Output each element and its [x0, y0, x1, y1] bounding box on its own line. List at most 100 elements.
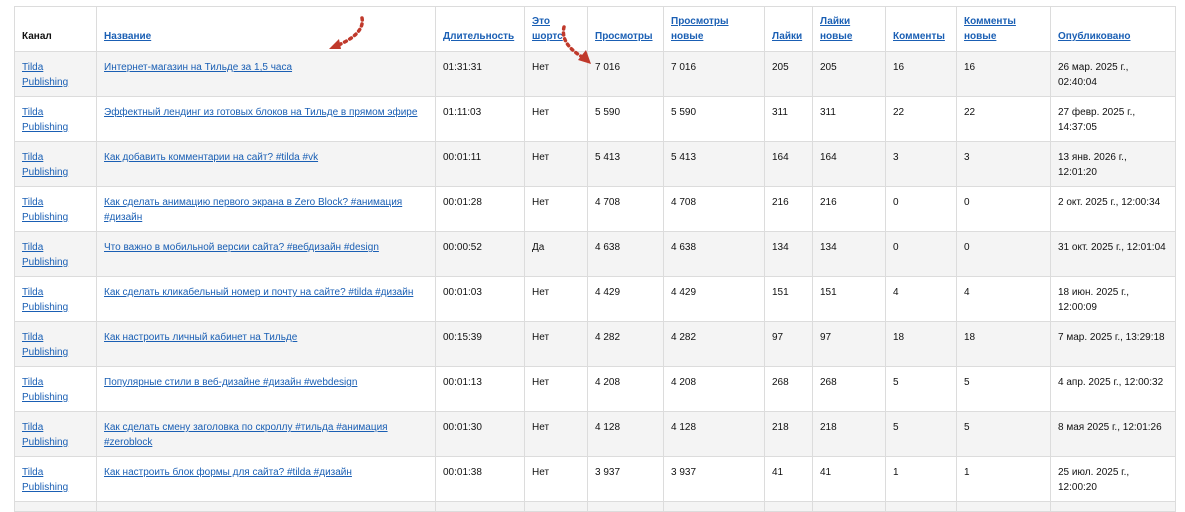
cell-published: 25 июл. 2025 г., 12:00:20	[1050, 456, 1176, 502]
cell-is_short: Да	[524, 231, 588, 277]
cell-comments: 22	[885, 96, 957, 142]
cell-channel: Tilda Publishing	[14, 231, 97, 277]
sort-link-comments[interactable]: Комменты	[893, 31, 945, 42]
cell-title: Как добавить комментарии на сайт? #tilda…	[96, 141, 436, 187]
sort-link-views[interactable]: Просмотры	[595, 31, 653, 42]
table-row: Tilda Publishing Как добавить комментарии…	[14, 141, 1176, 187]
cell-channel: Tilda Publishing	[14, 411, 97, 457]
column-header-title: Название	[96, 6, 436, 52]
cell-likes_new: 205	[812, 51, 886, 97]
table-row	[14, 501, 1176, 512]
cell-likes: 164	[764, 141, 813, 187]
table-row: Tilda Publishing Как настроить блок формы…	[14, 456, 1176, 502]
cell-views: 4 282	[587, 321, 664, 367]
cell-is_short: Нет	[524, 141, 588, 187]
table-row: Tilda Publishing Как сделать анимацию пер…	[14, 186, 1176, 232]
cell-published: 4 апр. 2025 г., 12:00:32	[1050, 366, 1176, 412]
sort-link-is_short[interactable]: Это шортс	[532, 16, 563, 42]
cell-is_short: Нет	[524, 186, 588, 232]
video-title-link[interactable]: Как настроить личный кабинет на Тильде	[104, 332, 297, 343]
cell-likes_new: 268	[812, 366, 886, 412]
cell-views: 3 937	[587, 456, 664, 502]
table-cell	[587, 501, 664, 512]
cell-comments: 5	[885, 411, 957, 457]
cell-published: 8 мая 2025 г., 12:01:26	[1050, 411, 1176, 457]
cell-views: 4 708	[587, 186, 664, 232]
sort-link-duration[interactable]: Длительность	[443, 31, 514, 42]
cell-comments: 1	[885, 456, 957, 502]
column-header-likes_new: Лайки новые	[812, 6, 886, 52]
cell-channel: Tilda Publishing	[14, 51, 97, 97]
sort-link-likes[interactable]: Лайки	[772, 31, 802, 42]
video-title-link[interactable]: Как сделать смену заголовка по скроллу #…	[104, 422, 388, 448]
cell-views: 4 208	[587, 366, 664, 412]
channel-link[interactable]: Tilda Publishing	[22, 467, 68, 493]
table-row: Tilda Publishing Интернет-магазин на Тиль…	[14, 51, 1176, 97]
cell-channel: Tilda Publishing	[14, 321, 97, 367]
cell-published: 13 янв. 2026 г., 12:01:20	[1050, 141, 1176, 187]
table-cell	[956, 501, 1051, 512]
cell-comments_new: 22	[956, 96, 1051, 142]
cell-title: Эффектный лендинг из готовых блоков на Т…	[96, 96, 436, 142]
cell-title: Как сделать смену заголовка по скроллу #…	[96, 411, 436, 457]
channel-link[interactable]: Tilda Publishing	[22, 422, 68, 448]
sort-link-comments_new[interactable]: Комменты новые	[964, 16, 1016, 42]
cell-views_new: 5 590	[663, 96, 765, 142]
channel-link[interactable]: Tilda Publishing	[22, 287, 68, 313]
table-row: Tilda Publishing Популярные стили в веб-д…	[14, 366, 1176, 412]
cell-duration: 00:01:03	[435, 276, 525, 322]
channel-link[interactable]: Tilda Publishing	[22, 377, 68, 403]
table-body: Tilda Publishing Интернет-магазин на Тиль…	[14, 51, 1176, 512]
cell-likes_new: 41	[812, 456, 886, 502]
cell-channel: Tilda Publishing	[14, 186, 97, 232]
cell-title: Что важно в мобильной версии сайта? #веб…	[96, 231, 436, 277]
cell-views_new: 5 413	[663, 141, 765, 187]
channel-link[interactable]: Tilda Publishing	[22, 197, 68, 223]
cell-views_new: 3 937	[663, 456, 765, 502]
column-header-is_short: Это шортс	[524, 6, 588, 52]
sort-link-likes_new[interactable]: Лайки новые	[820, 16, 852, 42]
video-title-link[interactable]: Как добавить комментарии на сайт? #tilda…	[104, 152, 318, 163]
cell-views: 5 590	[587, 96, 664, 142]
cell-views: 5 413	[587, 141, 664, 187]
sort-link-published[interactable]: Опубликовано	[1058, 31, 1131, 42]
channel-link[interactable]: Tilda Publishing	[22, 332, 68, 358]
cell-channel: Tilda Publishing	[14, 366, 97, 412]
table-cell	[435, 501, 525, 512]
cell-comments_new: 5	[956, 366, 1051, 412]
video-title-link[interactable]: Как настроить блок формы для сайта? #til…	[104, 467, 352, 478]
table-cell	[14, 501, 97, 512]
table-cell	[96, 501, 436, 512]
cell-comments_new: 16	[956, 51, 1051, 97]
cell-duration: 00:00:52	[435, 231, 525, 277]
sort-link-title[interactable]: Название	[104, 31, 151, 42]
cell-published: 26 мар. 2025 г., 02:40:04	[1050, 51, 1176, 97]
video-title-link[interactable]: Как сделать кликабельный номер и почту н…	[104, 287, 413, 298]
video-title-link[interactable]: Эффектный лендинг из готовых блоков на Т…	[104, 107, 417, 118]
cell-views: 4 429	[587, 276, 664, 322]
channel-link[interactable]: Tilda Publishing	[22, 62, 68, 88]
video-title-link[interactable]: Что важно в мобильной версии сайта? #веб…	[104, 242, 379, 253]
cell-comments_new: 1	[956, 456, 1051, 502]
channel-link[interactable]: Tilda Publishing	[22, 107, 68, 133]
channel-link[interactable]: Tilda Publishing	[22, 242, 68, 268]
cell-comments: 0	[885, 186, 957, 232]
cell-likes: 218	[764, 411, 813, 457]
cell-views: 4 128	[587, 411, 664, 457]
video-title-link[interactable]: Как сделать анимацию первого экрана в Ze…	[104, 197, 402, 223]
video-title-link[interactable]: Популярные стили в веб-дизайне #дизайн #…	[104, 377, 357, 388]
cell-is_short: Нет	[524, 96, 588, 142]
sort-link-views_new[interactable]: Просмотры новые	[671, 16, 729, 42]
cell-channel: Tilda Publishing	[14, 456, 97, 502]
channel-link[interactable]: Tilda Publishing	[22, 152, 68, 178]
column-header-channel: Канал	[14, 6, 97, 52]
cell-views_new: 7 016	[663, 51, 765, 97]
cell-comments: 16	[885, 51, 957, 97]
video-title-link[interactable]: Интернет-магазин на Тильде за 1,5 часа	[104, 62, 292, 73]
table-cell	[1050, 501, 1176, 512]
column-header-comments: Комменты	[885, 6, 957, 52]
column-header-likes: Лайки	[764, 6, 813, 52]
cell-title: Как настроить блок формы для сайта? #til…	[96, 456, 436, 502]
cell-views_new: 4 282	[663, 321, 765, 367]
column-header-views_new: Просмотры новые	[663, 6, 765, 52]
